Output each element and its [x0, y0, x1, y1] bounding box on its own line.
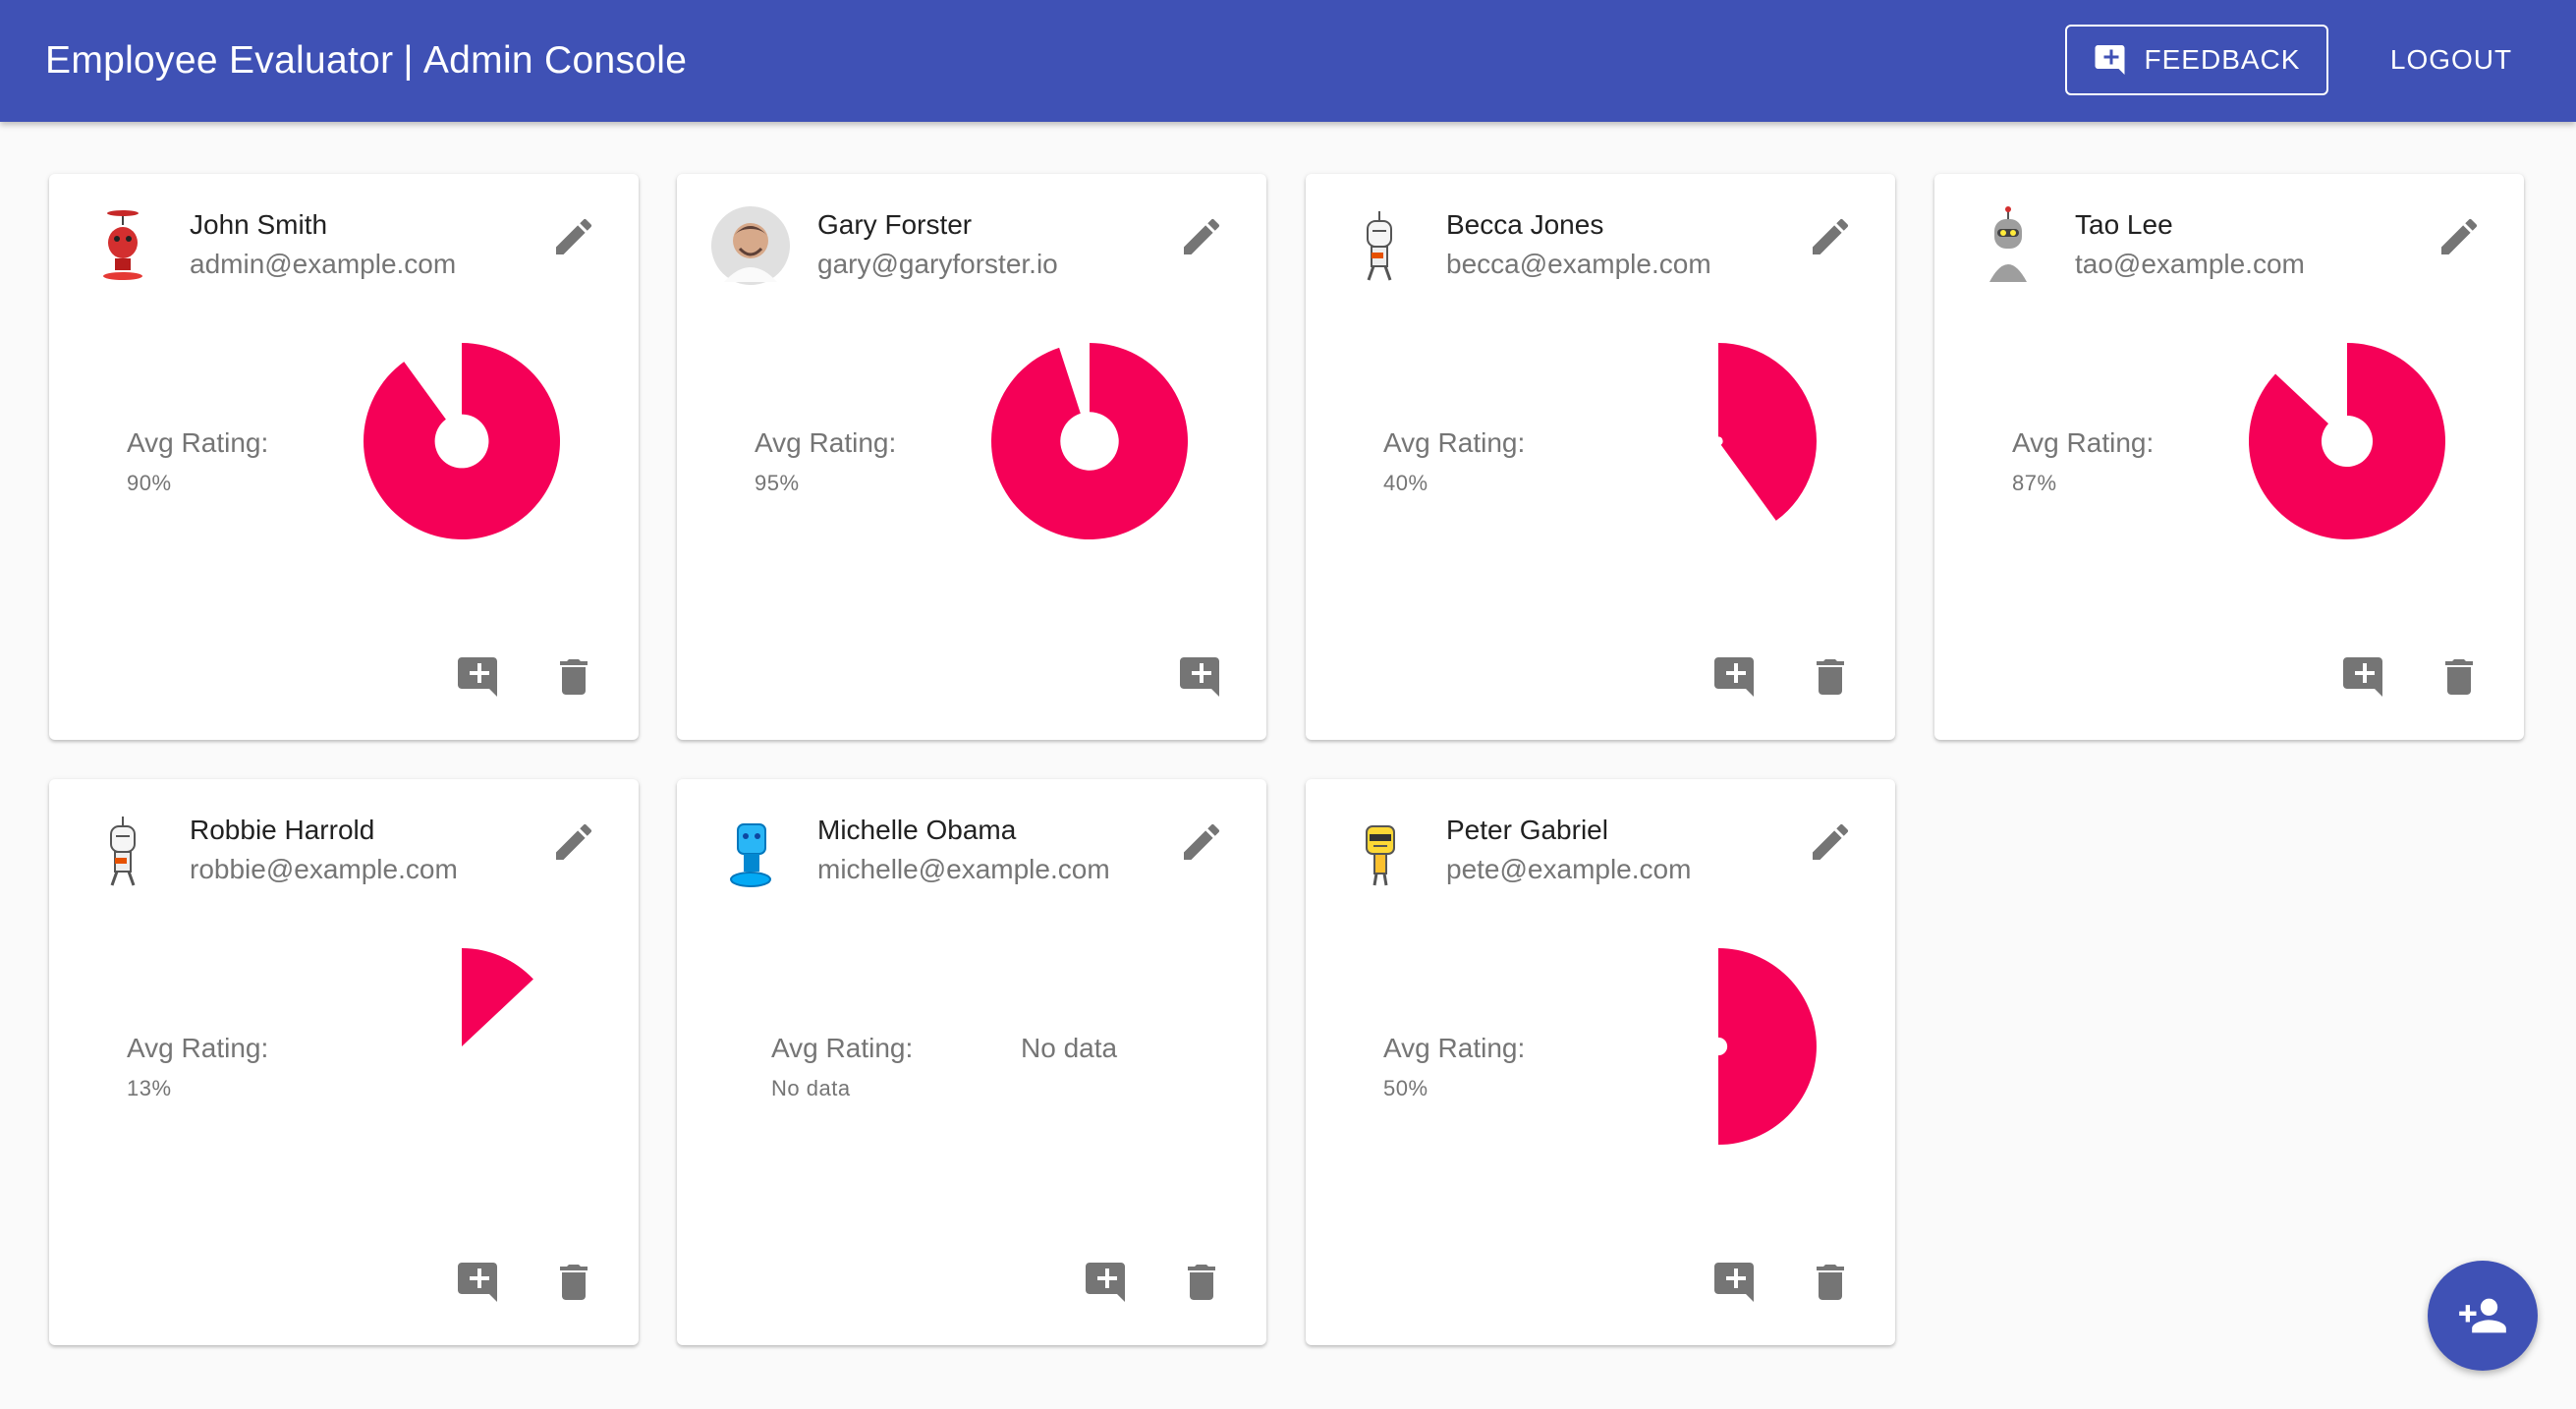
avg-rating-value: 87% [2012, 471, 2057, 495]
rating-slice [364, 343, 560, 539]
avatar [83, 811, 163, 891]
employee-name: Gary Forster [817, 209, 973, 240]
employee-email: admin@example.com [190, 249, 457, 279]
rating-slice [2249, 343, 2445, 539]
edit-icon[interactable] [1178, 818, 1225, 866]
edit-icon[interactable] [1178, 213, 1225, 260]
add-comment-icon[interactable] [1712, 1259, 1760, 1306]
employee-email: becca@example.com [1446, 249, 1711, 279]
add-comment-icon[interactable] [1712, 653, 1760, 701]
avg-rating-value: 90% [127, 471, 172, 495]
employee-card: Peter Gabriel pete@example.com Avg Rating:… [1306, 779, 1895, 1345]
employee-card: Gary Forster gary@garyforster.io Avg Ratin… [677, 174, 1266, 740]
rating-slice [462, 948, 533, 1046]
avg-rating-label: Avg Rating: [1383, 1033, 1526, 1063]
title-separator: | [403, 39, 414, 82]
employee-card: Tao Lee tao@example.com Avg Rating: 87% [1934, 174, 2524, 740]
avg-rating-value: No data [771, 1076, 851, 1100]
avg-rating-label: Avg Rating: [127, 427, 269, 458]
avatar [710, 811, 791, 891]
avg-rating-value: 13% [127, 1076, 172, 1100]
employee-name: Becca Jones [1446, 209, 1604, 240]
employee-name: Michelle Obama [817, 815, 1017, 845]
rating-donut-chart [1718, 948, 1817, 1145]
avatar [1339, 205, 1420, 286]
edit-icon[interactable] [1807, 213, 1854, 260]
edit-icon[interactable] [550, 213, 597, 260]
employee-email: robbie@example.com [190, 854, 458, 884]
edit-icon[interactable] [550, 818, 597, 866]
delete-icon[interactable] [1807, 1259, 1854, 1306]
rating-slice [1718, 948, 1817, 1145]
rating-donut-chart [1718, 343, 1817, 521]
avatar [83, 205, 163, 286]
rating-donut-chart [2249, 343, 2445, 539]
edit-icon[interactable] [1807, 818, 1854, 866]
rating-slice [991, 343, 1188, 539]
rating-donut-chart [991, 343, 1188, 539]
feedback-label: FEEDBACK [2144, 44, 2301, 75]
employee-name: John Smith [190, 209, 328, 240]
add-comment-icon[interactable] [456, 653, 503, 701]
edit-icon[interactable] [2436, 213, 2483, 260]
add-comment-icon[interactable] [1178, 653, 1225, 701]
rating-slice [1718, 343, 1817, 521]
avg-rating-label: Avg Rating: [1383, 427, 1526, 458]
rating-donut-chart [364, 343, 560, 539]
feedback-button[interactable]: FEEDBACK [2065, 25, 2328, 95]
employee-card: Becca Jones becca@example.com Avg Rating: 4… [1306, 174, 1895, 740]
employee-card: John Smith admin@example.com Avg Rating: 90… [49, 174, 639, 740]
employee-card: Robbie Harrold robbie@example.com Avg Rati… [49, 779, 639, 1345]
add-comment-icon [2095, 45, 2125, 75]
delete-icon[interactable] [1807, 653, 1854, 701]
app-title: Employee Evaluator | Admin Console [45, 39, 687, 83]
employee-email: pete@example.com [1446, 854, 1692, 884]
avatar [1339, 811, 1420, 891]
add-comment-icon[interactable] [2341, 653, 2388, 701]
employee-email: gary@garyforster.io [817, 249, 1058, 279]
avg-rating-label: Avg Rating: [127, 1033, 269, 1063]
app-bar: Employee Evaluator | Admin Console FEEDBAC… [0, 0, 2576, 122]
app-title-text: Employee Evaluator [45, 39, 394, 82]
employee-card: Michelle Obama michelle@example.com Avg Ra… [677, 779, 1266, 1345]
logout-button[interactable]: LOGOUT [2368, 25, 2535, 95]
employee-name: Robbie Harrold [190, 815, 375, 845]
avg-rating-value: 40% [1383, 471, 1428, 495]
app-subtitle: Admin Console [422, 39, 688, 82]
employee-email: tao@example.com [2075, 249, 2305, 279]
avg-rating-label: Avg Rating: [2012, 427, 2155, 458]
avg-rating-value: 95% [755, 471, 800, 495]
add-person-icon [2459, 1298, 2506, 1333]
add-employee-button[interactable] [2428, 1261, 2538, 1371]
employee-name: Tao Lee [2075, 209, 2173, 240]
avg-rating-label: Avg Rating: [755, 427, 897, 458]
delete-icon[interactable] [1178, 1259, 1225, 1306]
avg-rating-label: Avg Rating: [771, 1033, 914, 1063]
avatar [1968, 205, 2048, 286]
employee-email: michelle@example.com [817, 854, 1110, 884]
delete-icon[interactable] [2436, 653, 2483, 701]
add-comment-icon[interactable] [456, 1259, 503, 1306]
delete-icon[interactable] [550, 1259, 597, 1306]
chart-no-data: No data [1021, 1033, 1118, 1063]
delete-icon[interactable] [550, 653, 597, 701]
employee-name: Peter Gabriel [1446, 815, 1608, 845]
avg-rating-value: 50% [1383, 1076, 1428, 1100]
add-comment-icon[interactable] [1084, 1259, 1131, 1306]
rating-donut-chart [462, 948, 533, 1046]
avatar [710, 205, 791, 286]
